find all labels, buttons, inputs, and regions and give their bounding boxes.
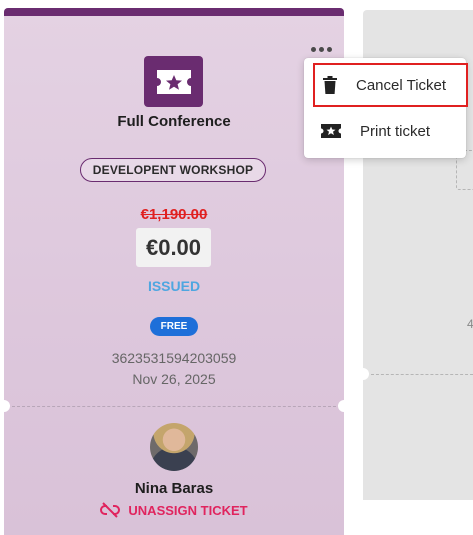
ticket-perforation [12, 406, 336, 407]
more-dot-icon [326, 46, 332, 52]
attendee-avatar [150, 423, 198, 471]
ticket-icon [321, 124, 341, 138]
more-dot-icon [318, 46, 324, 52]
print-ticket-menu-item[interactable]: Print ticket [304, 108, 466, 154]
attendee-name: Nina Baras [134, 480, 214, 497]
category-badge: DEVELOPENT WORKSHOP [80, 158, 266, 182]
more-dot-icon [310, 46, 316, 52]
print-ticket-label: Print ticket [360, 122, 431, 140]
ticket-star-icon [156, 69, 191, 94]
more-options-button[interactable] [307, 38, 335, 60]
ticket-price: €0.00 [136, 228, 211, 267]
ticket-number: 3623531594203059 [111, 350, 237, 366]
ticket-card-top-bar [4, 8, 344, 16]
ticket-name: Full Conference [117, 113, 231, 130]
perforation-notch-left [0, 400, 10, 412]
cancel-ticket-label: Cancel Ticket [356, 76, 447, 94]
adjacent-card-text: 4 [467, 317, 473, 331]
ticket-card: Full Conference DEVELOPENT WORKSHOP €1,1… [0, 8, 350, 535]
ticket-status: ISSUED [147, 278, 201, 294]
adjacent-card-notch [357, 368, 369, 380]
ticket-type-icon [144, 56, 203, 107]
cancel-ticket-menu-item[interactable]: Cancel Ticket [313, 63, 468, 107]
ticket-actions-menu: Cancel Ticket Print ticket [304, 58, 468, 158]
free-badge: FREE [150, 317, 198, 336]
perforation-notch-right [338, 400, 350, 412]
unassign-ticket-label: UNASSIGN TICKET [128, 502, 248, 518]
unassign-ticket-link[interactable]: UNASSIGN TICKET [94, 500, 254, 520]
unlink-icon [100, 502, 121, 518]
trash-icon [323, 76, 337, 94]
original-price: €1,190.00 [140, 206, 208, 223]
adjacent-card-perforation [371, 374, 473, 375]
issue-date: Nov 26, 2025 [132, 371, 216, 387]
